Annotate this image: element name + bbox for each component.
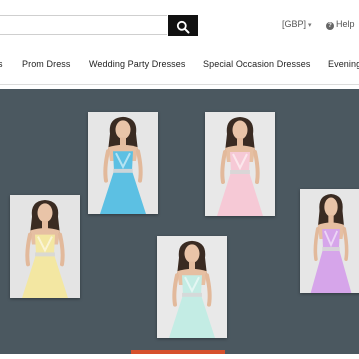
model-neck [237,138,243,146]
dress-illustration [300,189,359,293]
nav-item-wedding-party-dresses[interactable]: Wedding Party Dresses [89,59,185,69]
banner-bottom-edge [0,354,359,359]
model-neck [42,220,48,229]
model-face [232,120,248,140]
model-face [324,197,338,217]
dress-photo[interactable] [157,236,227,338]
model-neck [120,137,126,146]
dress-illustration [88,112,158,214]
question-icon: ? [326,22,334,30]
nav-item-prom-dress[interactable]: Prom Dress [22,59,71,69]
currency-label: [GBP] [282,19,307,29]
dress-photo[interactable] [300,189,359,293]
search-button[interactable] [168,15,198,36]
dress-beaded-belt [182,292,202,297]
dress-beaded-belt [322,247,340,251]
dress-photo[interactable] [88,112,158,214]
model-neck [189,261,195,270]
help-label: Help [336,19,355,29]
model-face [37,203,53,223]
model-neck [328,215,334,223]
help-link[interactable]: ? Help [326,19,355,30]
hero-banner [0,89,359,354]
nav-item-evening[interactable]: Evening [328,59,359,69]
main-nav: s Prom Dress Wedding Party Dresses Speci… [0,48,359,85]
caret-down-icon: ▾ [308,22,312,29]
dress-beaded-belt [230,170,250,174]
dress-beaded-belt [35,252,55,257]
model-face [184,244,200,263]
dress-illustration [205,112,275,216]
nav-item-special-occasion-dresses[interactable]: Special Occasion Dresses [203,59,310,69]
dress-photo[interactable] [205,112,275,216]
slide-indicator[interactable] [131,350,225,354]
dress-illustration [10,195,80,298]
search-input[interactable] [0,15,167,35]
nav-item-truncated[interactable]: s [0,59,3,69]
top-bar: [GBP] ▾ ? Help [0,0,359,48]
magnifier-icon [176,20,190,34]
dress-illustration [157,236,227,338]
currency-selector[interactable]: [GBP] ▾ [282,19,312,29]
dress-beaded-belt [113,168,133,173]
model-face [115,120,131,139]
dress-photo[interactable] [10,195,80,298]
